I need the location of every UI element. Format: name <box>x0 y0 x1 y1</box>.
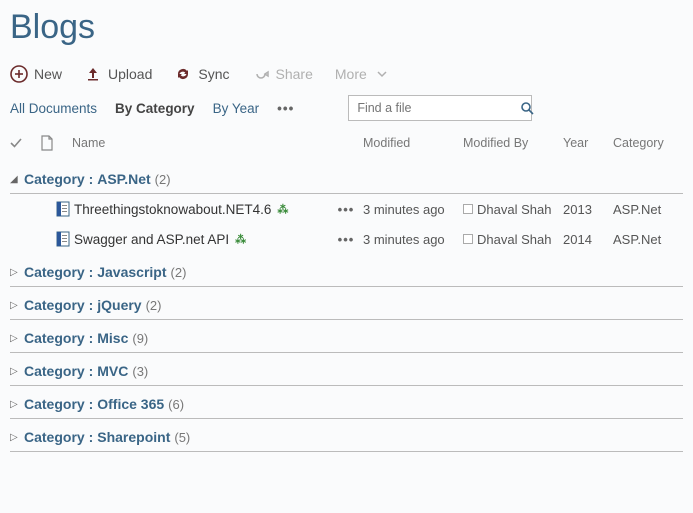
caret-right-icon: ▷ <box>10 399 24 410</box>
list-item[interactable]: Swagger and ASP.net API ⁂•••3 minutes ag… <box>10 224 683 254</box>
item-name[interactable]: Swagger and ASP.net API ⁂ <box>74 232 329 247</box>
item-year: 2013 <box>563 202 613 217</box>
item-modified-by[interactable]: Dhaval Shah <box>463 232 563 247</box>
group-count: (2) <box>146 298 162 313</box>
upload-icon <box>84 65 102 83</box>
share-icon <box>252 65 270 83</box>
group-header[interactable]: ▷Category :Javascript (2) <box>10 254 683 287</box>
group-value: ASP.Net <box>97 171 150 187</box>
new-button[interactable]: New <box>10 65 62 83</box>
share-label: Share <box>276 66 313 82</box>
group-label: Category : <box>24 429 93 445</box>
sync-label: Sync <box>198 66 229 82</box>
item-category: ASP.Net <box>613 232 683 247</box>
group-count: (2) <box>171 265 187 280</box>
toolbar: New Upload Sync Share More <box>10 65 683 83</box>
group-header[interactable]: ▷Category :Misc (9) <box>10 320 683 353</box>
new-badge-icon: ⁂ <box>235 233 246 246</box>
group-count: (2) <box>155 172 171 187</box>
group-header[interactable]: ◢Category :ASP.Net (2) <box>10 161 683 194</box>
upload-button[interactable]: Upload <box>84 65 152 83</box>
view-all-documents[interactable]: All Documents <box>10 101 97 116</box>
item-modified: 3 minutes ago <box>363 202 463 217</box>
item-category: ASP.Net <box>613 202 683 217</box>
group-header[interactable]: ▷Category :jQuery (2) <box>10 287 683 320</box>
new-badge-icon: ⁂ <box>277 203 288 216</box>
type-column-icon[interactable] <box>40 135 68 151</box>
group-label: Category : <box>24 297 93 313</box>
chevron-down-icon <box>373 65 391 83</box>
word-doc-icon <box>52 231 74 247</box>
group-label: Category : <box>24 330 93 346</box>
group-count: (6) <box>168 397 184 412</box>
view-by-category[interactable]: By Category <box>115 101 195 116</box>
more-label: More <box>335 66 367 82</box>
item-name[interactable]: Threethingstoknowabout.NET4.6 ⁂ <box>74 202 329 217</box>
group-label: Category : <box>24 396 93 412</box>
view-by-year[interactable]: By Year <box>213 101 260 116</box>
group-value: Office 365 <box>97 396 164 412</box>
group-value: Misc <box>97 330 128 346</box>
group-value: jQuery <box>97 297 141 313</box>
group-count: (9) <box>132 331 148 346</box>
group-label: Category : <box>24 171 93 187</box>
column-category[interactable]: Category <box>613 136 683 150</box>
word-doc-icon <box>52 201 74 217</box>
views-more-ellipsis[interactable]: ••• <box>277 101 294 116</box>
group-count: (5) <box>174 430 190 445</box>
item-year: 2014 <box>563 232 613 247</box>
column-modified-by[interactable]: Modified By <box>463 136 563 150</box>
group-header[interactable]: ▷Category :MVC (3) <box>10 353 683 386</box>
caret-right-icon: ▷ <box>10 267 24 278</box>
groups-container: ◢Category :ASP.Net(2)Threethingstoknowab… <box>10 161 683 452</box>
sync-button[interactable]: Sync <box>174 65 229 83</box>
column-name[interactable]: Name <box>68 136 363 150</box>
search-box[interactable] <box>348 95 532 121</box>
view-bar: All Documents By Category By Year ••• <box>10 95 683 121</box>
plus-circle-icon <box>10 65 28 83</box>
group-value: Sharepoint <box>97 429 170 445</box>
group-count: (3) <box>132 364 148 379</box>
search-input[interactable] <box>355 100 520 116</box>
caret-down-icon: ◢ <box>10 174 24 185</box>
presence-icon <box>463 204 473 214</box>
presence-icon <box>463 234 473 244</box>
list-item[interactable]: Threethingstoknowabout.NET4.6 ⁂•••3 minu… <box>10 194 683 224</box>
column-headers: Name Modified Modified By Year Category <box>10 135 683 151</box>
caret-right-icon: ▷ <box>10 366 24 377</box>
select-all-check[interactable] <box>10 137 40 149</box>
share-button[interactable]: Share <box>252 65 313 83</box>
group-value: MVC <box>97 363 128 379</box>
item-modified-by[interactable]: Dhaval Shah <box>463 202 563 217</box>
item-menu-ellipsis[interactable]: ••• <box>329 232 363 247</box>
group-header[interactable]: ▷Category :Sharepoint (5) <box>10 419 683 452</box>
group-value: Javascript <box>97 264 166 280</box>
column-modified[interactable]: Modified <box>363 136 463 150</box>
caret-right-icon: ▷ <box>10 300 24 311</box>
group-label: Category : <box>24 264 93 280</box>
caret-right-icon: ▷ <box>10 432 24 443</box>
group-header[interactable]: ▷Category :Office 365 (6) <box>10 386 683 419</box>
sync-icon <box>174 65 192 83</box>
page-title: Blogs <box>10 8 683 47</box>
item-menu-ellipsis[interactable]: ••• <box>329 202 363 217</box>
new-label: New <box>34 66 62 82</box>
caret-right-icon: ▷ <box>10 333 24 344</box>
column-year[interactable]: Year <box>563 136 613 150</box>
group-label: Category : <box>24 363 93 379</box>
item-modified: 3 minutes ago <box>363 232 463 247</box>
search-icon[interactable] <box>520 101 534 115</box>
more-button[interactable]: More <box>335 65 391 83</box>
upload-label: Upload <box>108 66 152 82</box>
